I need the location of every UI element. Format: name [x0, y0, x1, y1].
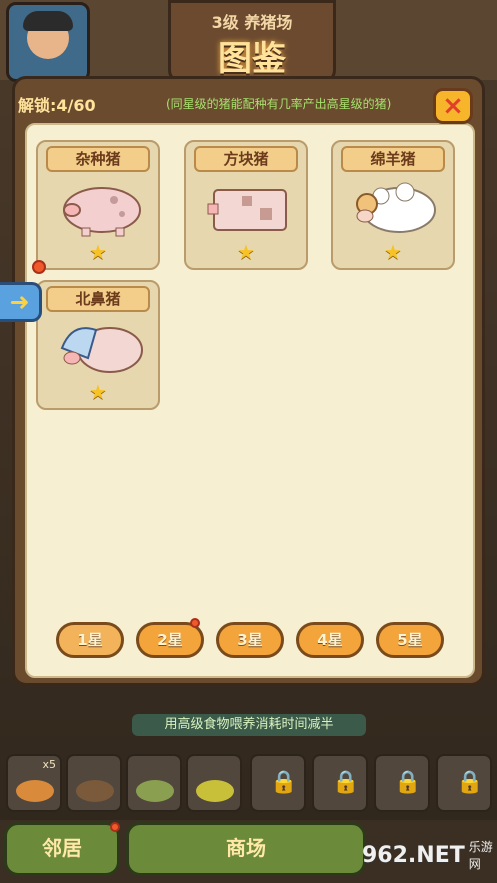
- pig-card[interactable]: 绵羊猪 ★: [331, 140, 455, 270]
- grain-icon: [16, 780, 54, 802]
- breeding-hint: (同星级的猪能配种有几率产出高星级的猪): [166, 97, 392, 111]
- food-slot[interactable]: [126, 754, 182, 812]
- pig-name: 方块猪: [194, 146, 298, 172]
- slot-count: x5: [42, 758, 56, 771]
- locked-slot: 🔒: [374, 754, 430, 812]
- food-slot[interactable]: [186, 754, 242, 812]
- food-slot[interactable]: x5: [6, 754, 62, 812]
- mixed-pig-icon: [63, 187, 141, 237]
- shop-button[interactable]: 商场: [126, 822, 366, 876]
- player-avatar[interactable]: [6, 2, 90, 82]
- close-icon: ×: [442, 91, 464, 121]
- star-icon: ★: [89, 380, 107, 404]
- lock-icon: 🔒: [456, 770, 484, 795]
- tab-star-5[interactable]: 5星: [376, 622, 444, 658]
- unlock-count: 解锁:4/60: [18, 96, 96, 115]
- watermark-main: 962.NET: [362, 842, 465, 868]
- star-icon: ★: [384, 240, 402, 264]
- lock-icon: 🔒: [394, 770, 422, 795]
- locked-slot: 🔒: [250, 754, 306, 812]
- tab-star-1[interactable]: 1星: [56, 622, 124, 658]
- tab-star-4[interactable]: 4星: [296, 622, 364, 658]
- locked-slot: 🔒: [436, 754, 492, 812]
- pig-card[interactable]: 北鼻猪 ★: [36, 280, 160, 410]
- seeds-icon: [76, 780, 114, 802]
- lock-icon: 🔒: [332, 770, 360, 795]
- sheep-pig-icon: [356, 182, 436, 233]
- site-watermark: 962.NET 乐游网: [362, 832, 494, 878]
- pig-card[interactable]: 方块猪 ★: [184, 140, 308, 270]
- pig-name: 杂种猪: [46, 146, 150, 172]
- arrow-right-icon: ➜: [9, 288, 30, 316]
- pig-name: 绵羊猪: [341, 146, 445, 172]
- star-icon: ★: [237, 240, 255, 264]
- notification-dot: [190, 618, 200, 628]
- star-icon: ★: [89, 240, 107, 264]
- corn-icon: [196, 780, 234, 802]
- title-signpost: 3级 养猪场 图鉴: [168, 0, 336, 84]
- pig-card[interactable]: 杂种猪 ★: [36, 140, 160, 270]
- farm-level: 3级 养猪场: [211, 13, 293, 32]
- pig-name: 北鼻猪: [46, 286, 150, 312]
- lock-icon: 🔒: [270, 770, 298, 795]
- locked-slot: 🔒: [312, 754, 368, 812]
- notification-dot: [110, 822, 120, 832]
- side-expand-button[interactable]: ➜: [0, 282, 42, 322]
- watermark-sub: 乐游网: [468, 840, 493, 871]
- food-slot[interactable]: [66, 754, 122, 812]
- tab-star-3[interactable]: 3星: [216, 622, 284, 658]
- feeding-tip: 用高级食物喂养消耗时间减半: [132, 714, 366, 736]
- baby-pig-icon: [60, 327, 143, 373]
- page-title: 图鉴: [218, 39, 286, 79]
- neighbor-button[interactable]: 邻居: [4, 822, 120, 876]
- square-pig-icon: [207, 189, 287, 231]
- close-button[interactable]: ×: [433, 88, 473, 124]
- vegetable-icon: [136, 780, 174, 802]
- notification-dot: [32, 260, 46, 274]
- avatar-hat: [23, 11, 73, 31]
